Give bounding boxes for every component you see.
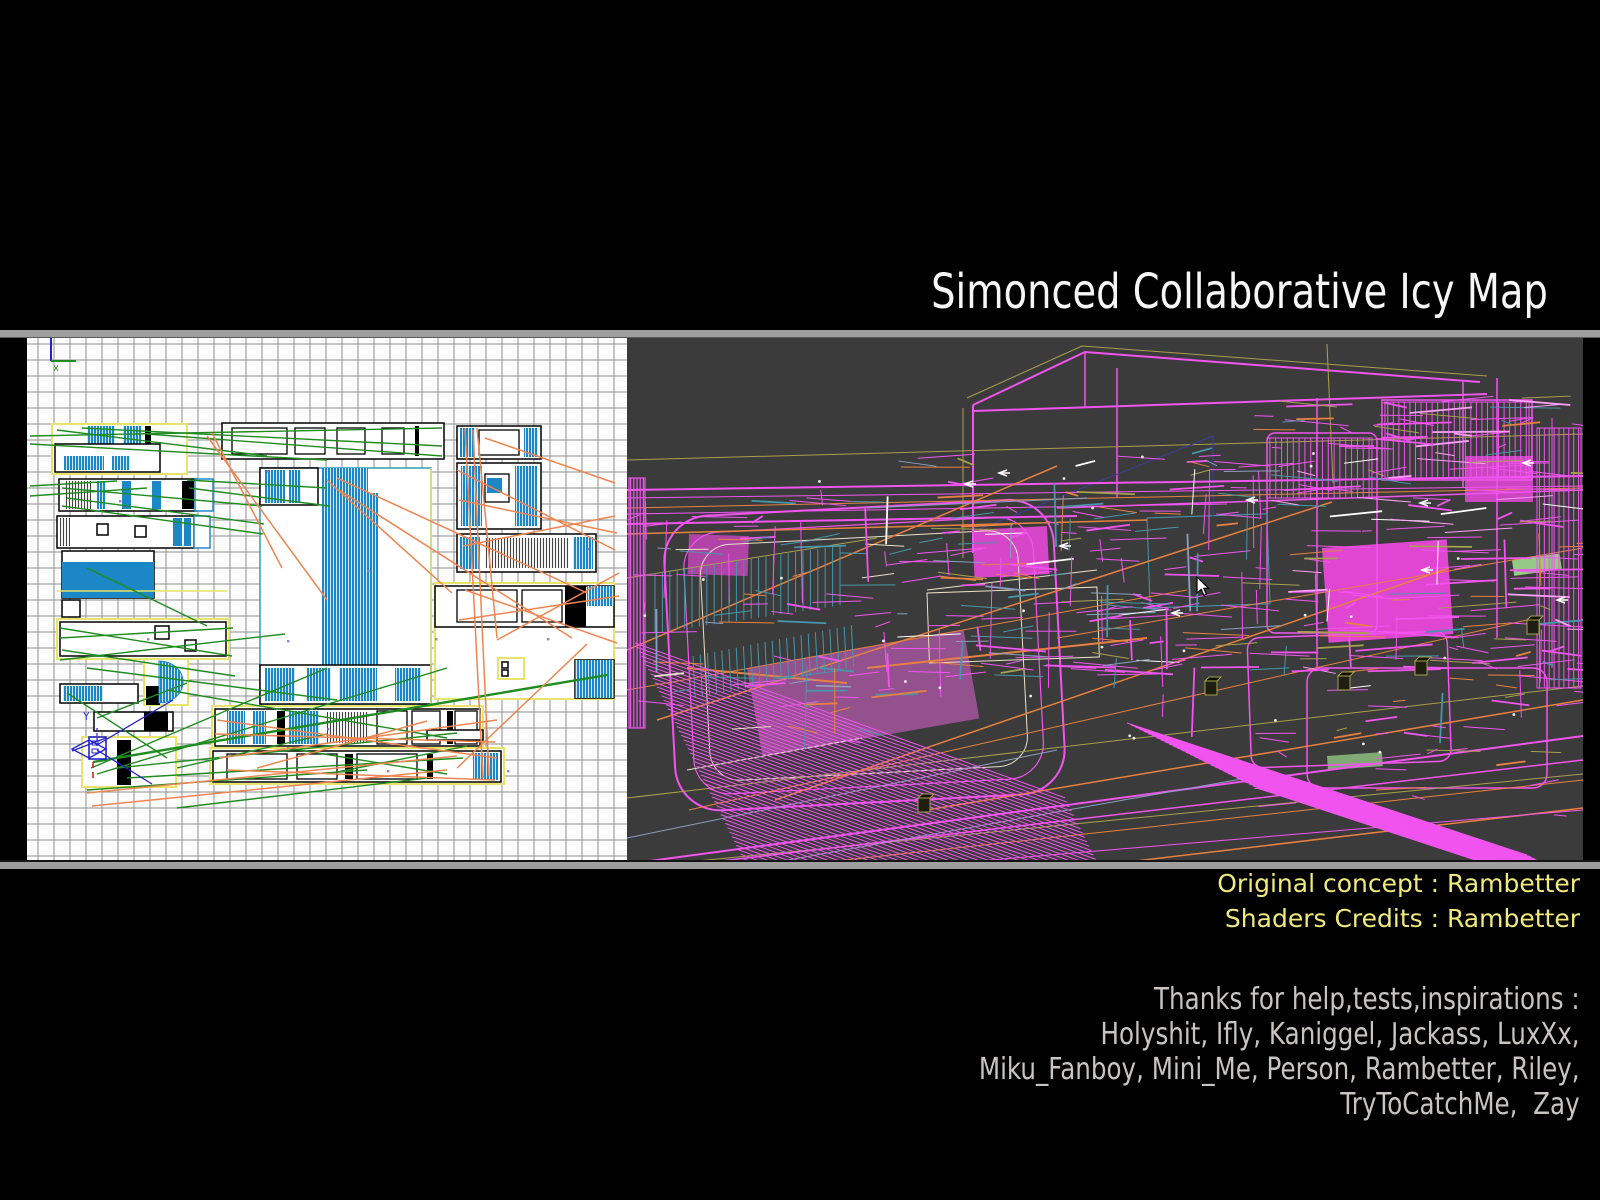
mouse-cursor-icon xyxy=(1196,576,1214,598)
splash-screen: { "title": "Simonced Collaborative Icy M… xyxy=(0,0,1600,1200)
thanks-line-2: Holyshit, Ifly, Kaniggel, Jackass, LuxXx… xyxy=(1101,1017,1580,1052)
thanks-line-4: TryToCatchMe, Zay xyxy=(1341,1087,1580,1122)
3d-view-canvas[interactable] xyxy=(627,338,1583,860)
credits-line-1: Original concept : Rambetter xyxy=(1217,869,1580,898)
credits-line-2: Shaders Credits : Rambetter xyxy=(1225,904,1580,933)
divider-bar-top xyxy=(0,330,1600,338)
thanks-line-1: Thanks for help,tests,inspirations : xyxy=(1154,982,1580,1017)
2d-view-canvas[interactable]: xY xyxy=(27,338,627,860)
axis-label-y: Y xyxy=(83,710,90,723)
3d-wireframe-view[interactable] xyxy=(627,338,1583,860)
thanks-line-3: Miku_Fanboy, Mini_Me, Person, Rambetter,… xyxy=(979,1052,1580,1087)
brush-blocks xyxy=(52,423,614,787)
credits-text: Original concept : Rambetter Shaders Cre… xyxy=(1217,866,1580,936)
axis-label-x: x xyxy=(53,363,59,374)
2d-grid-view[interactable]: xY xyxy=(27,338,627,860)
page-title: Simonced Collaborative Icy Map xyxy=(931,266,1548,319)
thanks-text: Thanks for help,tests,inspirations : Hol… xyxy=(979,982,1580,1122)
